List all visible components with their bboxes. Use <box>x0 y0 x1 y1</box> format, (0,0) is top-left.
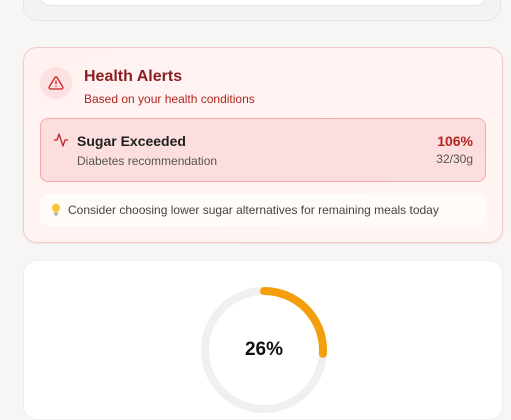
alert-item-sugar[interactable]: Sugar Exceeded Diabetes recommendation 1… <box>40 118 486 182</box>
previous-card-inner <box>40 0 486 6</box>
lightbulb-icon <box>50 203 62 221</box>
tip-text: Consider choosing lower sugar alternativ… <box>68 203 439 217</box>
health-alerts-title: Health Alerts <box>84 68 183 85</box>
health-alerts-card: Health Alerts Based on your health condi… <box>23 47 503 243</box>
alert-percent: 106% <box>437 133 473 149</box>
tip-row: Consider choosing lower sugar alternativ… <box>40 194 486 226</box>
alert-recommendation: Diabetes recommendation <box>77 154 218 168</box>
alert-amount: 32/30g <box>436 152 473 166</box>
alert-name: Sugar Exceeded <box>77 133 186 149</box>
progress-card: 26% <box>23 260 503 420</box>
progress-percent-label: 26% <box>244 339 284 360</box>
pulse-icon <box>53 132 69 153</box>
health-alerts-subtitle: Based on your health conditions <box>84 92 255 106</box>
warning-triangle-icon <box>40 67 72 99</box>
